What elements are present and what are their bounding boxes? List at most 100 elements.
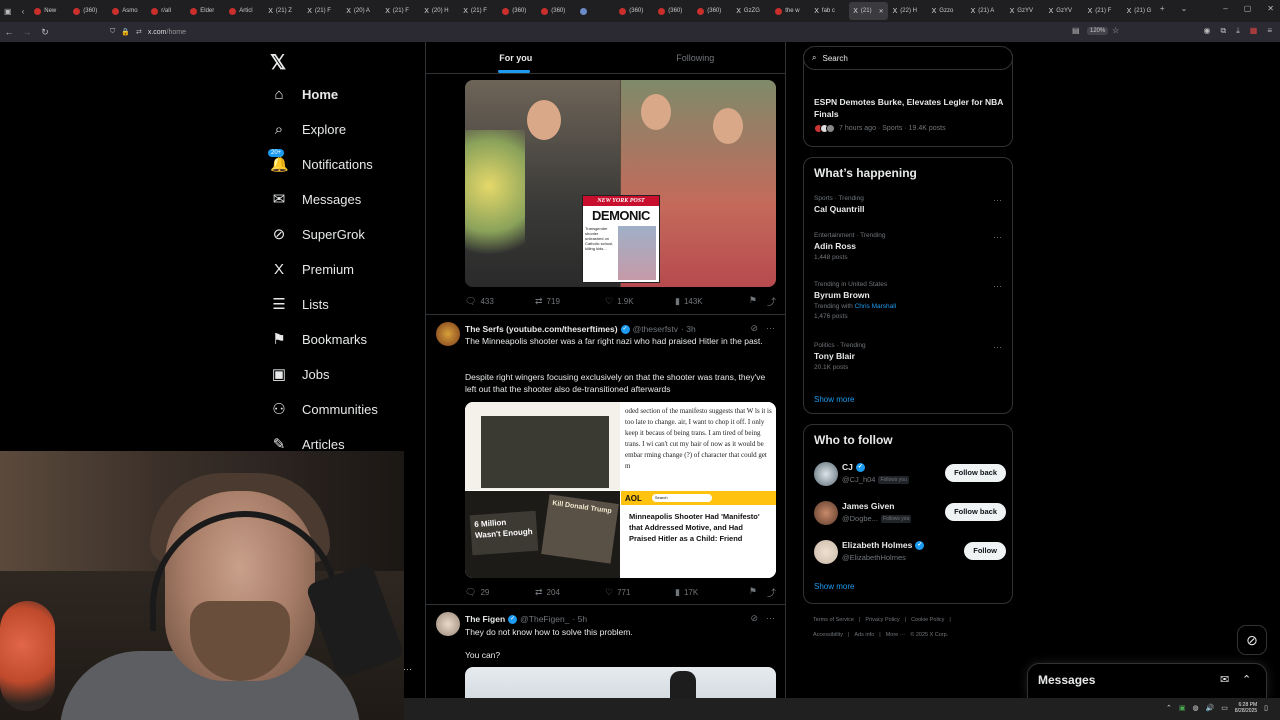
browser-tab[interactable]: X (21) F	[459, 2, 497, 20]
nav-item-premium[interactable]: X Premium	[270, 255, 354, 283]
url-field[interactable]: x.com/home	[148, 29, 186, 36]
reload-icon[interactable]: ↻	[36, 27, 54, 38]
maximize-icon[interactable]: ▢	[1244, 4, 1252, 13]
more-icon[interactable]: ···	[766, 613, 775, 624]
footer-link[interactable]: Cookie Policy	[911, 617, 944, 623]
tracking-icon[interactable]: ⇄	[136, 28, 142, 36]
avatar[interactable]	[436, 612, 460, 636]
show-more-link[interactable]: Show more	[814, 395, 854, 404]
share-icon[interactable]: ⤴	[767, 586, 776, 599]
extensions-icon[interactable]: ⧉	[1221, 26, 1227, 36]
post-time[interactable]: · 5h	[572, 614, 587, 624]
more-icon[interactable]: ···	[403, 664, 412, 674]
browser-tab[interactable]: X (21) Z	[264, 2, 302, 20]
tab-scroll-left-icon[interactable]: ‹	[22, 7, 25, 16]
footer-link[interactable]: Privacy Policy	[865, 617, 899, 623]
footer-link[interactable]: Ads info	[854, 632, 874, 638]
more-icon[interactable]: ···	[993, 342, 1002, 352]
trend-item[interactable]: Entertainment · Trending Adin Ross 1,448…	[814, 232, 1004, 261]
tab-overflow-icon[interactable]: ⌄	[1181, 4, 1188, 13]
bookmark-star-icon[interactable]: ☆	[1112, 26, 1119, 35]
browser-tab[interactable]	[576, 2, 614, 20]
repost-button[interactable]: ⇄ 204	[535, 587, 605, 598]
grok-icon[interactable]: ⊘	[750, 323, 758, 334]
follow-suggestion[interactable]: James Given @Dogbe... Follows you Follow …	[814, 500, 1006, 526]
browser-tab[interactable]: X (20) H	[420, 2, 458, 20]
battery-icon[interactable]: ▭	[1221, 704, 1228, 712]
nav-item-notifications[interactable]: 🔔 20+ Notifications	[268, 149, 373, 178]
nav-item-jobs[interactable]: ▣ Jobs	[270, 360, 330, 388]
extension-icon[interactable]: ▦	[1250, 26, 1258, 36]
notification-center-icon[interactable]: ▯	[1264, 704, 1268, 712]
views-button[interactable]: ▮ 17K	[675, 587, 745, 598]
author-name[interactable]: The Serfs (youtube.com/theserftimes)	[465, 324, 618, 334]
post-time[interactable]: · 3h	[681, 324, 696, 334]
more-icon[interactable]: ···	[993, 281, 1002, 291]
avatar[interactable]	[814, 501, 838, 525]
browser-tab[interactable]: Elder	[186, 2, 224, 20]
footer-link[interactable]: Terms of Service	[813, 617, 854, 623]
browser-tab[interactable]: X (22) H	[889, 2, 927, 20]
more-icon[interactable]: ···	[993, 195, 1002, 205]
follow-back-button[interactable]: Follow back	[945, 503, 1006, 521]
reader-icon[interactable]: ▤	[1072, 26, 1080, 35]
avatar[interactable]	[814, 540, 838, 564]
trend-item[interactable]: Politics · Trending Tony Blair 20.1K pos…	[814, 342, 1004, 371]
expand-icon[interactable]: ⌃	[1242, 673, 1251, 686]
tray-chevron-icon[interactable]: ⌃	[1166, 704, 1172, 712]
footer-link[interactable]: More ···	[886, 632, 906, 638]
app-tray-icon[interactable]: ▣	[1179, 704, 1186, 712]
new-tab-icon[interactable]: +	[1160, 4, 1165, 13]
nav-item-home[interactable]: ⌂ Home	[270, 80, 338, 108]
trend-item[interactable]: Sports · Trending Cal Quantrill ···	[814, 195, 1004, 214]
bookmark-icon[interactable]: ⚑	[749, 586, 757, 599]
follow-suggestion[interactable]: Elizabeth Holmes ✓ @ElizabethHolmes Follo…	[814, 539, 1006, 565]
browser-tab[interactable]: X GzYV	[1006, 2, 1044, 20]
grok-icon[interactable]: ⊘	[750, 613, 758, 624]
reply-button[interactable]: 🗨 29	[465, 587, 535, 598]
browser-tab[interactable]: X (21) ✕	[849, 2, 888, 20]
like-button[interactable]: ♡ 1.9K	[605, 296, 675, 307]
browser-tab[interactable]: X (21) F	[1084, 2, 1122, 20]
more-icon[interactable]: ···	[766, 323, 775, 334]
zoom-level[interactable]: 120%	[1087, 27, 1109, 35]
minimize-icon[interactable]: –	[1223, 4, 1227, 13]
menu-icon[interactable]: ≡	[1267, 26, 1272, 36]
tab-close-icon[interactable]: ✕	[879, 8, 884, 15]
browser-tab[interactable]: (360)	[693, 2, 731, 20]
browser-tab[interactable]: X (20) A	[342, 2, 380, 20]
browser-tab[interactable]: r/all	[147, 2, 185, 20]
more-icon[interactable]: ···	[993, 232, 1002, 242]
browser-tab[interactable]: (360)	[654, 2, 692, 20]
avatar[interactable]	[436, 322, 460, 346]
nav-item-bookmarks[interactable]: ⚑ Bookmarks	[270, 325, 367, 353]
post-image-grid[interactable]: oded section of the manifesto suggests t…	[465, 402, 776, 578]
author-handle[interactable]: @TheFigen_	[520, 614, 569, 624]
network-icon[interactable]: ◍	[1192, 704, 1198, 712]
browser-tab[interactable]: Xfab c	[810, 2, 848, 20]
back-icon[interactable]: ←	[0, 27, 18, 37]
browser-tab[interactable]: (360)	[537, 2, 575, 20]
browser-tab[interactable]: (360)	[498, 2, 536, 20]
browser-tab[interactable]: the w	[771, 2, 809, 20]
browser-tab[interactable]: New	[30, 2, 68, 20]
nav-item-messages[interactable]: ✉ Messages	[270, 185, 362, 213]
views-button[interactable]: ▮ 143K	[675, 296, 745, 307]
trend-item[interactable]: Trending in United States Byrum Brown Tr…	[814, 281, 1004, 320]
close-window-icon[interactable]: ✕	[1267, 4, 1274, 13]
bookmark-icon[interactable]: ⚑	[749, 295, 757, 308]
browser-tab[interactable]: (360)	[69, 2, 107, 20]
account-icon[interactable]: ◉	[1204, 26, 1211, 36]
browser-tab[interactable]: X Gzzo	[928, 2, 966, 20]
grok-button[interactable]: ⊘	[1237, 625, 1267, 655]
shield-icon[interactable]: ⛉	[110, 28, 115, 36]
forward-icon[interactable]: →	[18, 27, 36, 37]
download-icon[interactable]: ⤓	[1236, 26, 1240, 36]
author-name[interactable]: The Figen	[465, 614, 505, 624]
avatar[interactable]	[814, 462, 838, 486]
browser-tab[interactable]: X (21) F	[303, 2, 341, 20]
tab-following[interactable]: Following	[606, 42, 786, 73]
x-logo-icon[interactable]: 𝕏	[270, 50, 286, 75]
repost-button[interactable]: ⇄ 719	[535, 296, 605, 307]
share-icon[interactable]: ⤴	[767, 295, 776, 308]
